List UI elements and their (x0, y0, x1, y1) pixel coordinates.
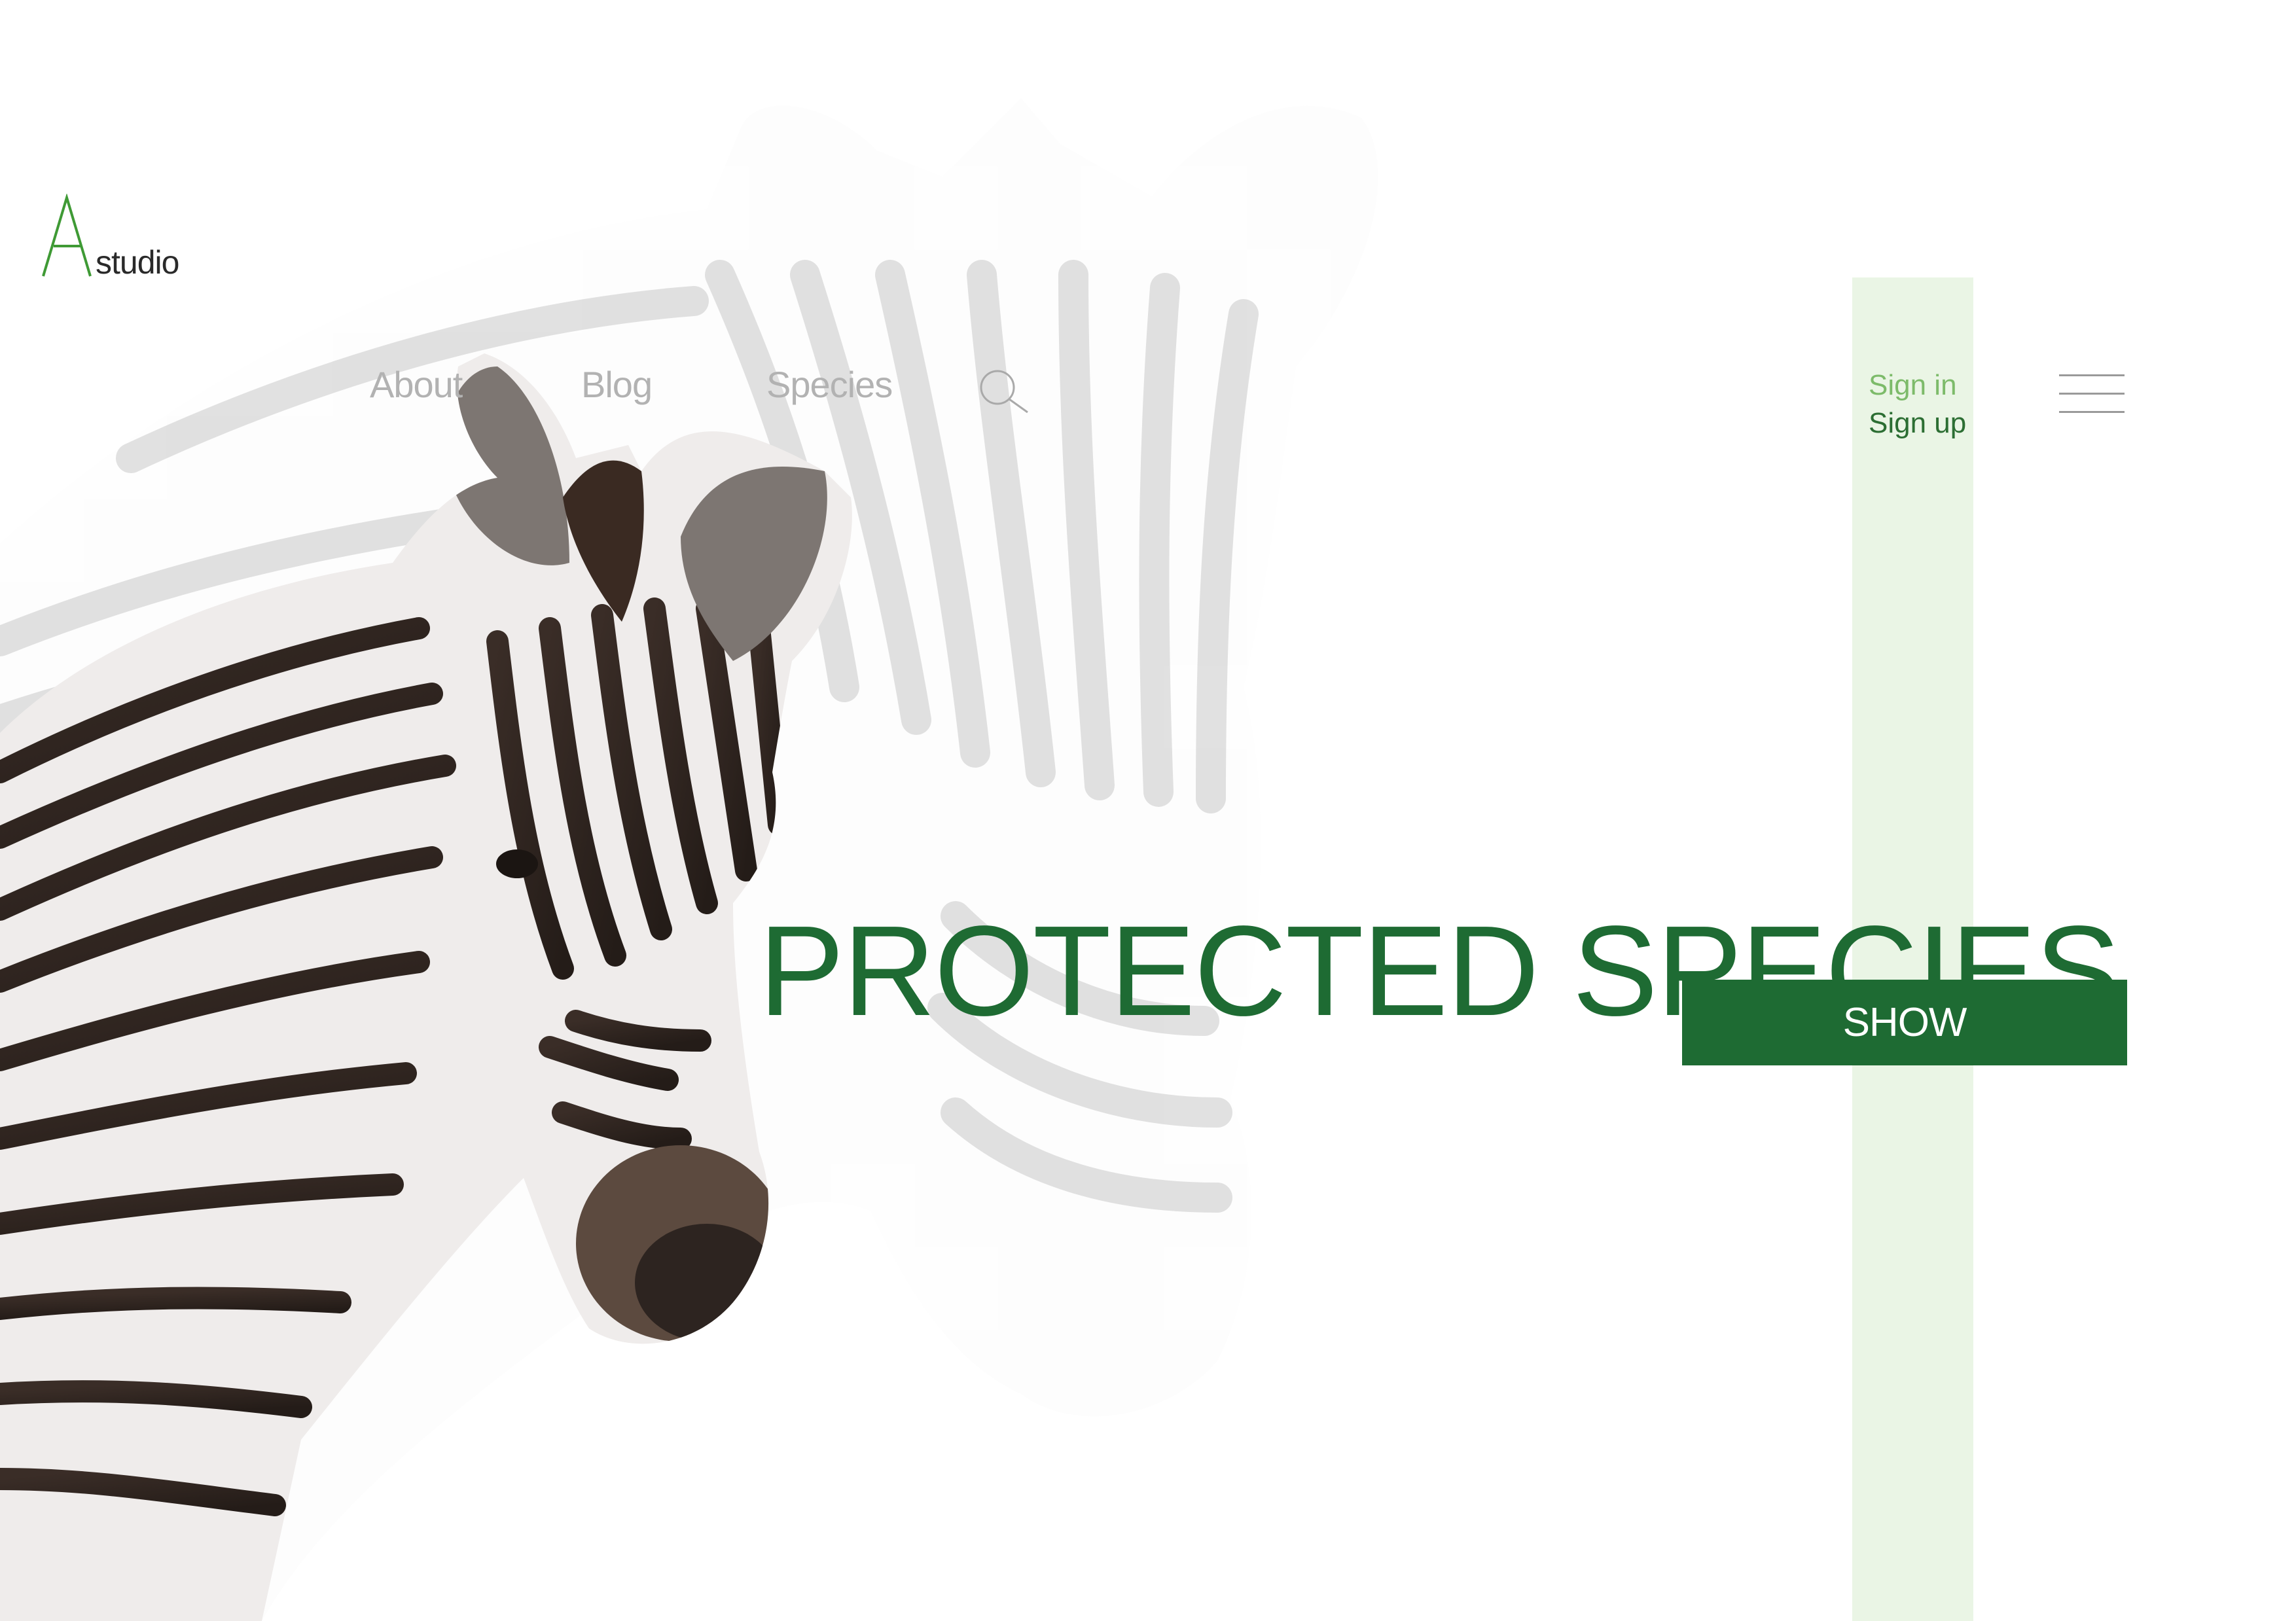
nav-link-species[interactable]: Species (766, 363, 893, 406)
logo-a-icon (42, 194, 92, 277)
nav-link-blog[interactable]: Blog (581, 363, 653, 406)
show-button[interactable]: SHOW (1682, 980, 2127, 1065)
nav-link-about[interactable]: About (370, 363, 463, 406)
menu-line (2059, 393, 2125, 395)
sign-up-link[interactable]: Sign up (1869, 404, 1966, 442)
sign-in-link[interactable]: Sign in (1869, 366, 1966, 404)
auth-links: Sign in Sign up (1869, 366, 1966, 442)
landing-page: studio About Blog Species Sign in Sign u… (0, 0, 2296, 1621)
logo-text: studio (96, 244, 179, 281)
menu-line (2059, 411, 2125, 413)
menu-button[interactable] (2059, 373, 2125, 415)
search-icon (980, 370, 1028, 414)
menu-line (2059, 374, 2125, 376)
search-button[interactable] (978, 368, 1031, 416)
